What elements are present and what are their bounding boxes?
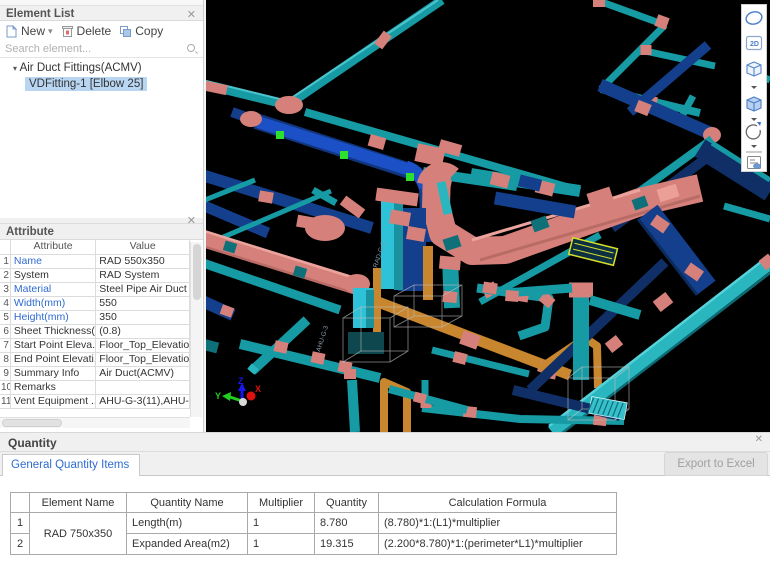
svg-text:Y: Y: [215, 391, 221, 401]
svg-text:X: X: [255, 384, 261, 394]
svg-text:2D: 2D: [750, 41, 759, 48]
svg-text:Z: Z: [238, 376, 244, 386]
svg-text:AHU-G-3: AHU-G-3: [315, 325, 330, 353]
